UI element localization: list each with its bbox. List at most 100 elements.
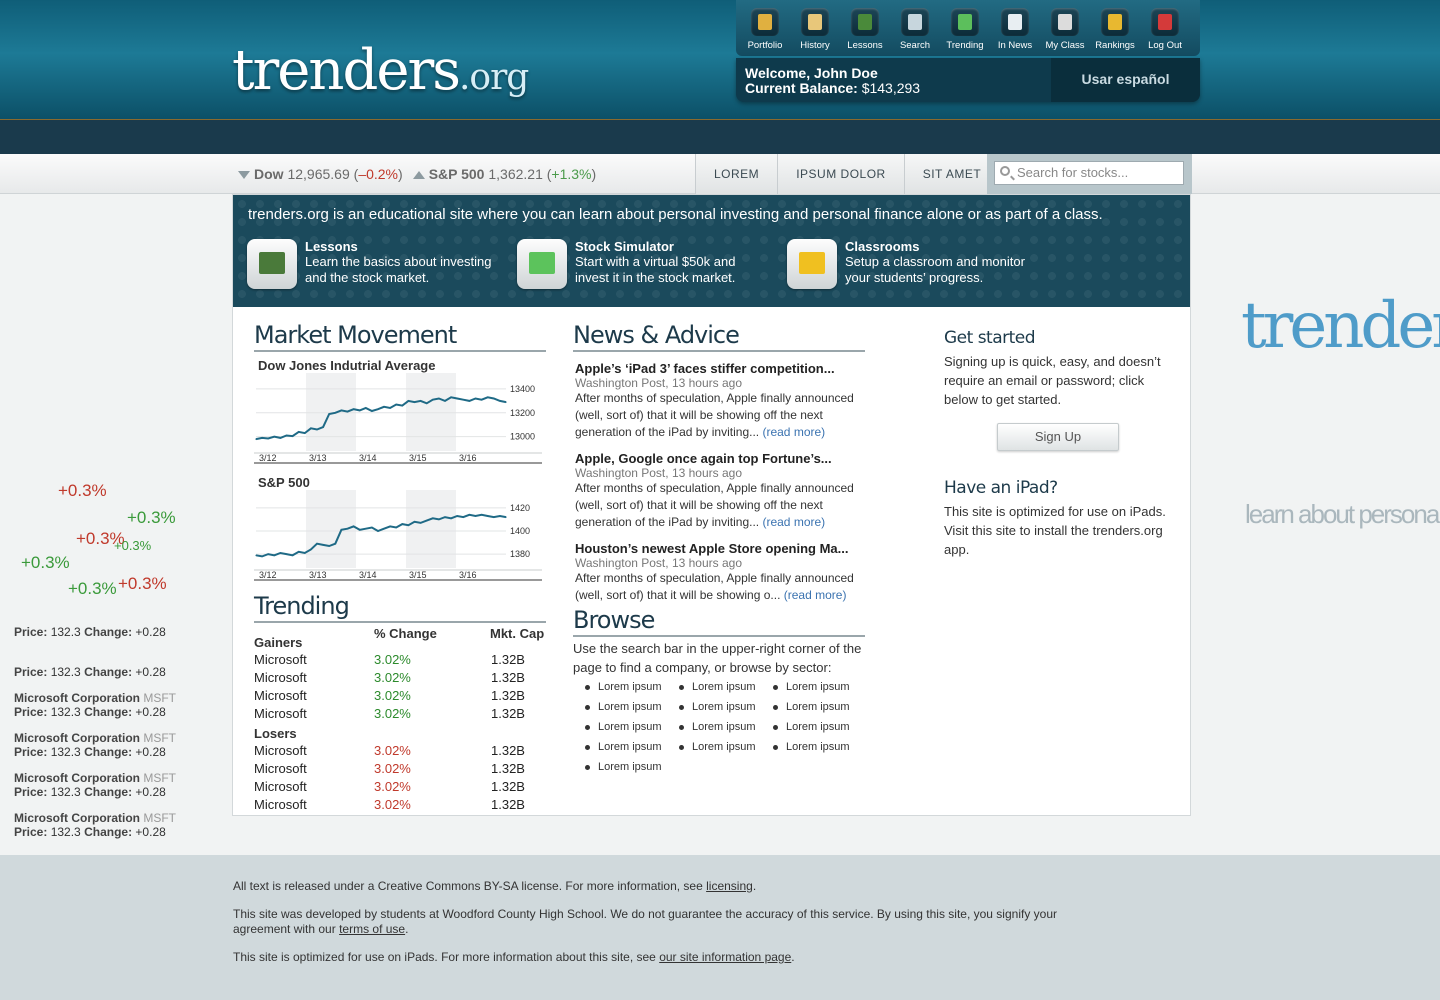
sector-link[interactable]: Lorem ipsum — [585, 719, 679, 735]
chart-icon-glyph — [529, 252, 555, 274]
feature-classrooms[interactable]: Classrooms Setup a classroom and monitor… — [787, 239, 1047, 293]
search-icon — [1000, 166, 1010, 176]
feature-description: Learn the basics about investing and the… — [305, 254, 492, 285]
floating-change: +0.3% — [58, 481, 107, 500]
stock-card: Microsoft Corporation MSFT Price: 132.3 C… — [14, 691, 176, 719]
sector-link[interactable]: Lorem ipsum — [585, 759, 679, 775]
sector-link[interactable]: Lorem ipsum — [679, 739, 773, 755]
news-icon-glyph — [1008, 14, 1022, 30]
nav-history[interactable]: History — [790, 6, 840, 56]
change-value: +0.28 — [135, 825, 166, 839]
data-point — [438, 518, 440, 520]
intro-banner: trenders.org is an educational site wher… — [233, 195, 1190, 307]
tab-sit-amet[interactable]: SIT AMET — [903, 154, 1000, 194]
news-item: Houston’s newest Apple Store opening Ma.… — [575, 541, 865, 604]
right-background: trenders learn about persona — [1191, 194, 1440, 840]
day-band — [406, 490, 456, 568]
language-button[interactable]: Usar español — [1051, 58, 1200, 102]
data-point — [450, 517, 452, 519]
data-point — [285, 434, 288, 437]
licensing-link[interactable]: licensing — [706, 879, 753, 893]
table-row: Microsoft 3.02% 1.32B — [254, 761, 554, 779]
sector-link[interactable]: Lorem ipsum — [585, 699, 679, 715]
sector-link[interactable]: Lorem ipsum — [773, 679, 867, 695]
site-info-link[interactable]: our site information page — [659, 950, 791, 964]
data-point — [371, 526, 373, 529]
data-point — [487, 515, 489, 517]
read-more-link[interactable]: (read more) — [762, 515, 825, 529]
data-point — [273, 436, 275, 438]
data-point — [310, 427, 312, 429]
ticker-bar: Dow 12,965.69 (–0.2%) S&P 500 1,362.21 (… — [0, 154, 1440, 194]
news-title[interactable]: Apple’s ‘iPad 3’ faces stiffer competiti… — [575, 361, 865, 376]
company-name[interactable]: Microsoft — [254, 797, 307, 812]
table-row: Microsoft 3.02% 1.32B — [254, 797, 554, 815]
change-value: +0.28 — [135, 665, 166, 679]
change-value: +0.28 — [135, 785, 166, 799]
company-name[interactable]: Microsoft — [254, 779, 307, 794]
x-tick-label: 3/16 — [459, 453, 477, 463]
sign-up-button[interactable]: Sign Up — [997, 423, 1119, 451]
nav-lessons[interactable]: Lessons — [840, 6, 890, 56]
stock-name: Microsoft Corporation — [14, 811, 140, 825]
percent-change: 3.02% — [374, 652, 411, 667]
terms-link[interactable]: terms of use — [339, 922, 405, 936]
data-point — [456, 397, 458, 400]
lessons-icon-glyph — [858, 14, 872, 30]
company-name[interactable]: Microsoft — [254, 670, 307, 685]
data-point — [401, 523, 403, 525]
news-source: Washington Post, 13 hours ago — [575, 466, 742, 480]
trending-icon — [951, 8, 979, 36]
company-name[interactable]: Microsoft — [254, 706, 307, 721]
sector-link[interactable]: Lorem ipsum — [585, 679, 679, 695]
market-cap: 1.32B — [491, 797, 525, 812]
x-tick-label: 3/13 — [309, 570, 327, 580]
site-logo[interactable]: trenders.org — [232, 38, 529, 103]
history-icon — [801, 8, 829, 36]
feature-lessons[interactable]: Lessons Learn the basics about investing… — [247, 239, 507, 293]
company-name[interactable]: Microsoft — [254, 652, 307, 667]
news-title[interactable]: Apple, Google once again top Fortune’s..… — [575, 451, 865, 466]
read-more-link[interactable]: (read more) — [784, 588, 847, 602]
news-title[interactable]: Houston’s newest Apple Store opening Ma.… — [575, 541, 865, 556]
change-label: Change: — [84, 745, 133, 759]
data-point — [261, 437, 263, 439]
tab-ipsum-dolor[interactable]: IPSUM DOLOR — [777, 154, 904, 194]
nav-rankings[interactable]: Rankings — [1090, 6, 1140, 56]
company-name[interactable]: Microsoft — [254, 688, 307, 703]
feature-stock-simulator[interactable]: Stock Simulator Start with a virtual $50… — [517, 239, 777, 293]
nav-trending[interactable]: Trending — [940, 6, 990, 56]
nav-log-out[interactable]: Log Out — [1140, 6, 1190, 56]
data-point — [420, 400, 422, 402]
nav-my-class[interactable]: My Class — [1040, 6, 1090, 56]
ipad-text: This site is optimized for use on iPads.… — [944, 504, 1166, 557]
sector-link[interactable]: Lorem ipsum — [773, 739, 867, 755]
nav-label: My Class — [1045, 40, 1085, 51]
sector-link[interactable]: Lorem ipsum — [773, 699, 867, 715]
tab-lorem[interactable]: LOREM — [695, 154, 778, 194]
nav-search[interactable]: Search — [890, 6, 940, 56]
search-area: Search for stocks... — [987, 154, 1192, 194]
sector-link[interactable]: Lorem ipsum — [585, 739, 679, 755]
data-point — [474, 515, 477, 517]
get-started-text: Signing up is quick, easy, and doesn’t r… — [944, 354, 1161, 407]
sector-link[interactable]: Lorem ipsum — [679, 719, 773, 735]
read-more-link[interactable]: (read more) — [762, 425, 825, 439]
search-input[interactable]: Search for stocks... — [994, 161, 1184, 185]
price-value: 132.3 — [50, 705, 81, 719]
company-name[interactable]: Microsoft — [254, 761, 307, 776]
portfolio-icon-glyph — [758, 14, 772, 30]
sector-link[interactable]: Lorem ipsum — [679, 679, 773, 695]
table-row: Microsoft 3.02% 1.32B — [254, 670, 554, 688]
user-box: Welcome, John Doe Current Balance: $143,… — [736, 58, 1200, 102]
nav-in-news[interactable]: In News — [990, 6, 1040, 56]
data-point — [267, 553, 269, 555]
floating-change: +0.3% — [118, 574, 167, 593]
nav-portfolio[interactable]: Portfolio — [740, 6, 790, 56]
sector-link[interactable]: Lorem ipsum — [773, 719, 867, 735]
company-name[interactable]: Microsoft — [254, 743, 307, 758]
history-icon-glyph — [808, 14, 822, 30]
news-item: Apple’s ‘iPad 3’ faces stiffer competiti… — [575, 361, 865, 441]
sector-link[interactable]: Lorem ipsum — [679, 699, 773, 715]
sp500-chart: 1420 1400 1380 3/12 3/13 3/14 3/15 3/16 — [254, 490, 542, 581]
